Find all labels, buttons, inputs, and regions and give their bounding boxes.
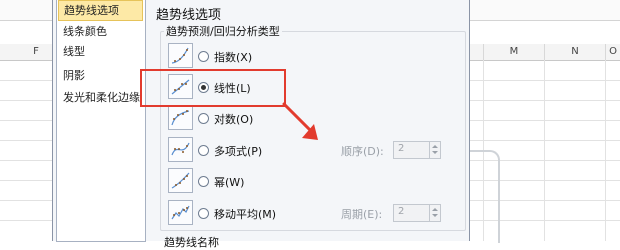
grid-line [0, 140, 52, 141]
nav-item-shadow[interactable]: 阴影 [57, 66, 149, 85]
logarithmic-radio[interactable] [198, 113, 209, 124]
polynomial-label[interactable]: 多项式(P) [214, 143, 262, 159]
spin-down-icon[interactable] [432, 151, 438, 154]
format-trendline-dialog: 趋势线选项 线条颜色 线型 阴影 发光和柔化边缘 趋势线选项 趋势预测/回归分析… [52, 0, 470, 249]
period-label: 周期(E): [341, 208, 383, 221]
highlight-box [140, 69, 286, 107]
power-radio[interactable] [198, 176, 209, 187]
order-spinner[interactable]: 2 [393, 141, 441, 159]
exponential-label[interactable]: 指数(X) [214, 49, 252, 65]
nav-item-line-color[interactable]: 线条颜色 [57, 22, 149, 41]
column-header-n[interactable]: N [545, 44, 606, 61]
moving-average-trend-icon [168, 200, 193, 225]
order-label: 顺序(D): [341, 145, 384, 158]
logarithmic-label[interactable]: 对数(O) [214, 111, 253, 127]
nav-item-glow-soft-edges[interactable]: 发光和柔化边缘 [57, 88, 149, 107]
grid-line [0, 80, 52, 81]
spin-up-icon[interactable] [432, 208, 438, 211]
grid-line [0, 160, 52, 161]
grid-line [468, 140, 620, 141]
annotation-arrow-icon [282, 102, 318, 140]
polynomial-radio[interactable] [198, 145, 209, 156]
column-header[interactable] [468, 44, 484, 61]
nav-item-line-style[interactable]: 线型 [57, 42, 149, 61]
group-title: 趋势预测/回归分析类型 [164, 23, 282, 39]
grid-line [0, 180, 52, 181]
grid-line [0, 100, 52, 101]
spin-up-icon[interactable] [432, 145, 438, 148]
exponential-trend-icon [168, 43, 193, 68]
period-spinner[interactable]: 2 [393, 204, 441, 222]
column-header-f[interactable]: F [20, 44, 52, 61]
nav-item-trendline-options[interactable]: 趋势线选项 [58, 0, 143, 21]
grid-line [605, 60, 606, 241]
power-label[interactable]: 幂(W) [214, 174, 244, 190]
category-nav: 趋势线选项 线条颜色 线型 阴影 发光和柔化边缘 [56, 0, 146, 242]
grid-line [0, 120, 52, 121]
grid-line [468, 120, 620, 121]
section-title: 趋势线选项 [156, 8, 222, 23]
column-header-m[interactable]: M [484, 44, 545, 61]
period-spin-buttons[interactable] [429, 205, 440, 221]
grid-line [0, 200, 52, 201]
moving-average-radio[interactable] [198, 208, 209, 219]
exponential-radio[interactable] [198, 51, 209, 62]
grid-line [468, 100, 620, 101]
logarithmic-trend-icon [168, 105, 193, 130]
period-value[interactable]: 2 [398, 206, 404, 217]
grid-line [468, 80, 620, 81]
trendline-name-title: 趋势线名称 [164, 236, 219, 249]
spin-down-icon[interactable] [432, 214, 438, 217]
grid-line [544, 60, 545, 241]
order-value[interactable]: 2 [398, 143, 404, 154]
column-header-o[interactable]: O [606, 44, 620, 61]
order-spin-buttons[interactable] [429, 142, 440, 158]
polynomial-trend-icon [168, 137, 193, 162]
chart-frame-edge[interactable] [470, 150, 500, 243]
power-trend-icon [168, 168, 193, 193]
grid-line [0, 220, 52, 221]
moving-average-label[interactable]: 移动平均(M) [214, 206, 276, 222]
